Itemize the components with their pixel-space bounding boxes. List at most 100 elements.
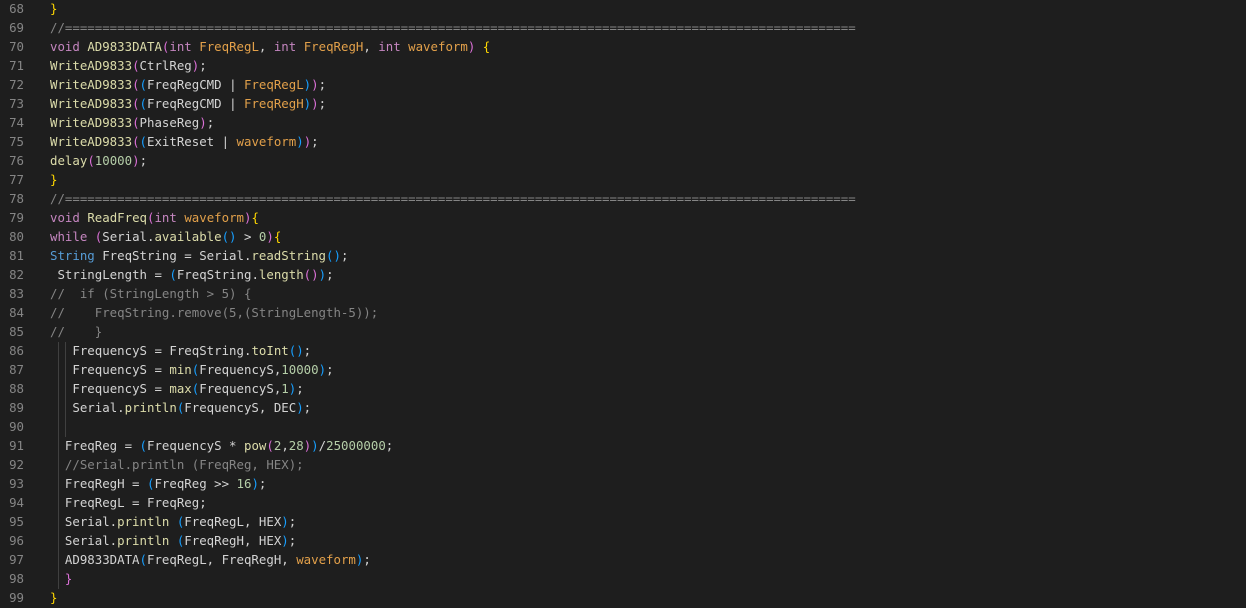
code-token: waveform	[296, 552, 356, 567]
code-token: FrequencyS =	[72, 381, 170, 396]
code-token: ;	[363, 552, 371, 567]
code-line[interactable]: 86 FrequencyS = FreqString.toInt();	[0, 341, 1246, 360]
code-text: FrequencyS = FreqString.toInt();	[50, 341, 311, 360]
code-text: //======================================…	[50, 189, 856, 208]
code-line[interactable]: 98 }	[0, 569, 1246, 588]
code-token: (	[132, 77, 140, 92]
line-number: 92	[9, 457, 24, 472]
code-token: )	[281, 533, 289, 548]
code-line[interactable]: 95 Serial.println (FreqRegL, HEX);	[0, 512, 1246, 531]
code-line[interactable]: 92 //Serial.println (FreqReg, HEX);	[0, 455, 1246, 474]
line-number: 99	[9, 590, 24, 605]
code-line[interactable]: 99}	[0, 588, 1246, 607]
code-text: String FreqString = Serial.readString();	[50, 246, 348, 265]
line-number: 80	[9, 229, 24, 244]
code-token: )	[132, 153, 140, 168]
code-token: )	[251, 476, 259, 491]
line-number: 83	[9, 286, 24, 301]
line-number: 91	[9, 438, 24, 453]
code-line[interactable]: 82 StringLength = (FreqString.length());	[0, 265, 1246, 284]
code-token: //Serial.println (FreqReg, HEX);	[64, 457, 304, 472]
code-token: Serial.	[64, 533, 118, 548]
code-token: /	[318, 438, 327, 453]
code-token: FreqRegL = FreqReg;	[64, 495, 207, 510]
code-line[interactable]: 93 FreqRegH = (FreqReg >> 16);	[0, 474, 1246, 493]
code-line[interactable]: 83 // if (StringLength > 5) {	[0, 284, 1246, 303]
code-token: WriteAD9833	[50, 115, 133, 130]
code-token: ()	[221, 229, 237, 244]
code-token: CtrlReg	[139, 58, 192, 73]
code-token: )	[318, 267, 327, 282]
code-text: WriteAD9833(PhaseReg);	[50, 113, 214, 132]
code-token: |	[229, 96, 244, 111]
code-token: ;	[311, 134, 319, 149]
code-line[interactable]: 79 void ReadFreq(int waveform){	[0, 208, 1246, 227]
code-line[interactable]: 76 delay(10000);	[0, 151, 1246, 170]
code-token: Serial.	[72, 400, 125, 415]
code-text: //Serial.println (FreqReg, HEX);	[50, 455, 304, 474]
code-token: |	[229, 77, 244, 92]
code-line[interactable]: 97 AD9833DATA(FreqRegL, FreqRegH, wavefo…	[0, 550, 1246, 569]
code-line[interactable]: 80 while (Serial.available() > 0){	[0, 227, 1246, 246]
code-line[interactable]: 84 // FreqString.remove(5,(StringLength-5…	[0, 303, 1246, 322]
line-number: 97	[9, 552, 24, 567]
code-token: ;	[303, 343, 312, 358]
code-line[interactable]: 91 FreqReg = (FrequencyS * pow(2,28))/25…	[0, 436, 1246, 455]
code-line[interactable]: 96 Serial.println (FreqRegH, HEX);	[0, 531, 1246, 550]
code-token: }	[50, 1, 58, 16]
code-token: }	[50, 172, 58, 187]
code-line[interactable]: 87 FrequencyS = min(FrequencyS,10000);	[0, 360, 1246, 379]
code-editor[interactable]: 68} 69 //=================================…	[0, 0, 1246, 608]
code-token: ;	[139, 153, 148, 168]
code-line[interactable]: 69 //====================================…	[0, 18, 1246, 37]
code-token: (	[132, 96, 140, 111]
code-token: )	[311, 96, 319, 111]
code-line[interactable]: 70 void AD9833DATA(int FreqRegL, int Freq…	[0, 37, 1246, 56]
line-number: 74	[9, 115, 24, 130]
code-token: ;	[326, 362, 334, 377]
line-number: 90	[9, 419, 24, 434]
code-token: (	[139, 96, 147, 111]
code-token: ;	[258, 476, 267, 491]
code-token: FrequencyS,	[199, 381, 282, 396]
code-line[interactable]: 75 WriteAD9833((ExitReset | waveform));	[0, 132, 1246, 151]
code-token: FrequencyS = FreqString.	[72, 343, 252, 358]
line-number: 93	[9, 476, 24, 491]
code-line[interactable]: 72 WriteAD9833((FreqRegCMD | FreqRegL));	[0, 75, 1246, 94]
code-text: Serial.println (FreqRegL, HEX);	[50, 512, 296, 531]
code-token: {	[251, 210, 259, 225]
code-line[interactable]: 77}	[0, 170, 1246, 189]
code-line[interactable]: 89 Serial.println(FrequencyS, DEC);	[0, 398, 1246, 417]
code-line[interactable]: 74 WriteAD9833(PhaseReg);	[0, 113, 1246, 132]
code-token: min	[169, 362, 192, 377]
code-line[interactable]: 68}	[0, 0, 1246, 18]
code-line[interactable]: 85 // }	[0, 322, 1246, 341]
code-line[interactable]: 81 String FreqString = Serial.readString(…	[0, 246, 1246, 265]
code-token: FreqRegH, HEX	[184, 533, 282, 548]
code-line[interactable]: 73 WriteAD9833((FreqRegCMD | FreqRegH));	[0, 94, 1246, 113]
code-token: void	[50, 39, 88, 54]
code-token: )	[266, 229, 274, 244]
code-line[interactable]: 78 //====================================…	[0, 189, 1246, 208]
code-token: (	[139, 552, 147, 567]
code-token: FrequencyS *	[147, 438, 244, 453]
code-line[interactable]: 71 WriteAD9833(CtrlReg);	[0, 56, 1246, 75]
code-line[interactable]: 94 FreqRegL = FreqReg;	[0, 493, 1246, 512]
code-line[interactable]: 88 FrequencyS = max(FrequencyS,1);	[0, 379, 1246, 398]
code-text: FreqRegH = (FreqReg >> 16);	[50, 474, 266, 493]
code-token: length	[258, 267, 304, 282]
code-token: // FreqString.remove(5,(StringLength-5))…	[50, 305, 379, 320]
code-text: WriteAD9833((FreqRegCMD | FreqRegL));	[50, 75, 326, 94]
line-number: 95	[9, 514, 24, 529]
code-token: ;	[326, 267, 334, 282]
code-token: (	[169, 267, 177, 282]
code-token: FreqString.	[176, 267, 259, 282]
code-token: AD9833DATA	[64, 552, 140, 567]
code-token: FrequencyS, DEC	[184, 400, 297, 415]
code-line[interactable]: 90	[0, 417, 1246, 436]
line-number: 85	[9, 324, 24, 339]
